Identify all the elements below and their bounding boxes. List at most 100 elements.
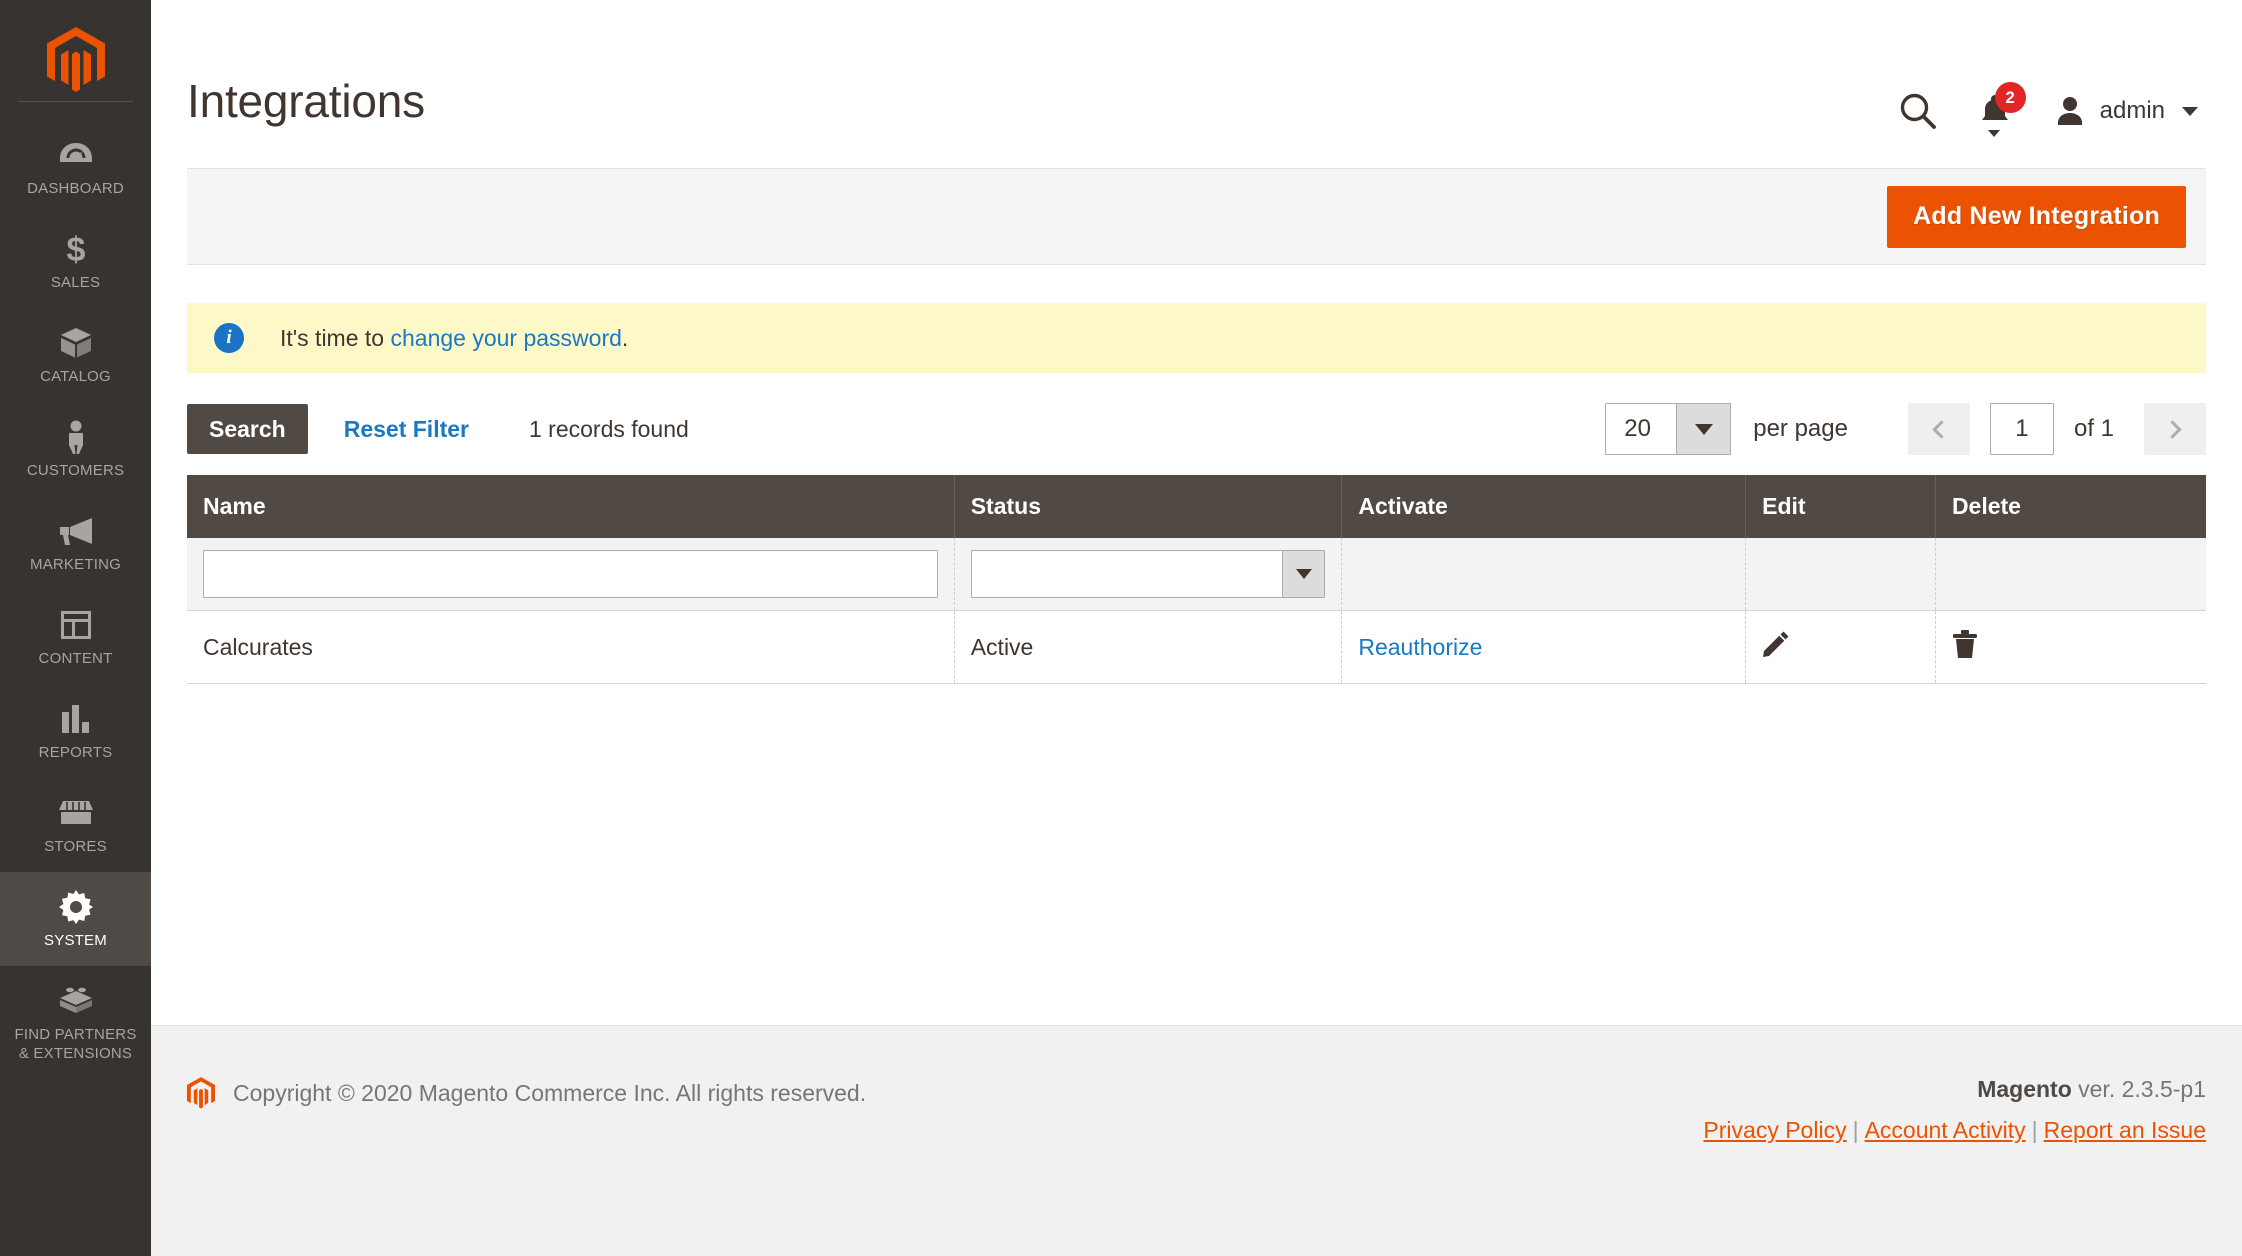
brand-name: Magento: [1977, 1076, 2072, 1102]
sidebar-item-dashboard[interactable]: Dashboard: [0, 120, 151, 214]
account-activity-link[interactable]: Account Activity: [1865, 1117, 2026, 1143]
filter-cell-name: [187, 538, 955, 611]
box-icon: [59, 326, 93, 360]
integrations-grid: Search Reset Filter 1 records found 20 p…: [187, 373, 2206, 684]
bar-chart-icon: [60, 702, 92, 736]
version-info: Magento ver. 2.3.5-p1: [1703, 1076, 2206, 1103]
sidebar-item-find-partners-extensions[interactable]: Find Partners & Extensions: [0, 966, 151, 1079]
notice-prefix: It's time to: [280, 324, 391, 351]
sidebar-item-marketing[interactable]: Marketing: [0, 496, 151, 590]
search-button[interactable]: Search: [187, 404, 308, 454]
table-row[interactable]: Calcurates Active Reauthorize: [187, 610, 2206, 684]
grid-toolbar: Search Reset Filter 1 records found 20 p…: [187, 373, 2206, 475]
filter-cell-status: [954, 538, 1343, 611]
change-password-link[interactable]: change your password: [390, 325, 621, 351]
sidebar-item-stores[interactable]: Stores: [0, 778, 151, 872]
total-pages-label: of 1: [2073, 415, 2114, 442]
sidebar-item-label: Find Partners & Extensions: [14, 1026, 137, 1062]
page-number-input[interactable]: [1989, 403, 2054, 455]
sidebar-item-system[interactable]: System: [0, 872, 151, 966]
grid-toolbar-right: 20 per page of 1: [1605, 403, 2206, 455]
user-menu[interactable]: admin: [2053, 94, 2198, 128]
dashboard-icon: [59, 138, 93, 172]
sidebar-item-label: System: [44, 932, 107, 949]
person-icon: [64, 420, 88, 454]
column-header-delete: Delete: [1935, 475, 2206, 538]
svg-text:$: $: [66, 232, 85, 266]
magento-logo[interactable]: [0, 0, 151, 120]
page-header: Integrations 2 admin: [151, 0, 2242, 168]
next-page-button[interactable]: [2144, 403, 2206, 455]
column-header-name[interactable]: Name: [187, 475, 955, 538]
info-icon: i: [214, 323, 244, 353]
sidebar-item-catalog[interactable]: Catalog: [0, 308, 151, 402]
primary-sidebar: Dashboard $ Sales Catalog Customers Mark…: [0, 0, 151, 1256]
bell-caret-icon: [1987, 130, 2000, 137]
cell-edit: [1745, 610, 1936, 684]
trash-icon[interactable]: [1952, 629, 1978, 659]
cell-activate: Reauthorize: [1341, 610, 1747, 684]
link-separator: |: [2031, 1117, 2038, 1143]
table-header-row: Name Status Activate Edit Delete: [187, 475, 2206, 538]
report-an-issue-link[interactable]: Report an Issue: [2044, 1117, 2206, 1143]
sidebar-item-content[interactable]: Content: [0, 590, 151, 684]
per-page-label: per page: [1753, 415, 1848, 442]
admin-page: Dashboard $ Sales Catalog Customers Mark…: [0, 0, 2242, 1256]
sidebar-item-sales[interactable]: $ Sales: [0, 214, 151, 308]
pagination: of 1: [1907, 403, 2206, 455]
add-new-integration-button[interactable]: Add New Integration: [1887, 185, 2186, 248]
grid-toolbar-left: Search Reset Filter 1 records found: [187, 404, 689, 454]
page-footer: Copyright © 2020 Magento Commerce Inc. A…: [151, 1025, 2242, 1256]
status-filter-select[interactable]: [970, 550, 1326, 598]
per-page-select[interactable]: 20: [1605, 403, 1732, 455]
records-found-count: 1 records found: [528, 415, 689, 442]
previous-page-button[interactable]: [1907, 403, 1970, 455]
chevron-left-icon: [1932, 419, 1951, 439]
name-filter-input[interactable]: [203, 550, 938, 598]
status-filter-value: [972, 551, 1283, 597]
footer-left: Copyright © 2020 Magento Commerce Inc. A…: [187, 1076, 866, 1110]
sidebar-item-label: Catalog: [40, 368, 111, 385]
pencil-icon[interactable]: [1762, 630, 1790, 658]
chevron-down-icon: [1676, 404, 1731, 454]
privacy-policy-link[interactable]: Privacy Policy: [1703, 1117, 1846, 1143]
sidebar-item-customers[interactable]: Customers: [0, 402, 151, 496]
filter-cell-edit: [1745, 538, 1936, 611]
notice-message: i It's time to change your password.: [187, 303, 2206, 373]
main-content: Integrations 2 admin Add New Integration…: [151, 0, 2242, 1256]
sidebar-item-label: Content: [38, 650, 113, 667]
filter-cell-activate: [1341, 538, 1747, 611]
chevron-down-icon: [1282, 551, 1325, 597]
user-avatar-icon: [2057, 97, 2082, 125]
bricks-icon: [58, 984, 94, 1018]
reauthorize-link[interactable]: Reauthorize: [1358, 634, 1482, 660]
version-number: ver. 2.3.5-p1: [2071, 1076, 2206, 1102]
cell-name: Calcurates: [187, 610, 955, 684]
sidebar-item-label: Marketing: [30, 556, 121, 573]
table-body: Calcurates Active Reauthorize: [187, 538, 2206, 684]
reset-filter-link[interactable]: Reset Filter: [344, 416, 469, 443]
page-title: Integrations: [187, 75, 425, 127]
header-actions: 2 admin: [1899, 78, 2206, 137]
column-header-status[interactable]: Status: [954, 475, 1343, 538]
per-page-value: 20: [1624, 415, 1651, 442]
messages-area: i It's time to change your password.: [187, 303, 2206, 373]
search-icon[interactable]: [1899, 92, 1937, 130]
page-actions-bar: Add New Integration: [187, 168, 2206, 265]
megaphone-icon: [58, 514, 94, 548]
filter-cell-delete: [1935, 538, 2206, 611]
sidebar-item-label: Customers: [26, 462, 125, 479]
notice-suffix: .: [621, 324, 629, 351]
notifications-bell[interactable]: 2: [1979, 82, 2026, 137]
table-head: Name Status Activate Edit Delete: [187, 475, 2206, 538]
sidebar-item-label: Stores: [44, 838, 107, 855]
cell-status: Active: [954, 610, 1343, 684]
chevron-right-icon: [2163, 419, 2182, 439]
cell-delete: [1935, 610, 2206, 684]
sidebar-item-reports[interactable]: Reports: [0, 684, 151, 778]
notice-message-text: It's time to change your password.: [280, 325, 628, 352]
user-name: admin: [2099, 97, 2165, 124]
integrations-table: Name Status Activate Edit Delete Calcura…: [187, 475, 2206, 684]
sidebar-item-label: Sales: [50, 274, 101, 291]
notification-count-badge: 2: [1994, 82, 2026, 113]
